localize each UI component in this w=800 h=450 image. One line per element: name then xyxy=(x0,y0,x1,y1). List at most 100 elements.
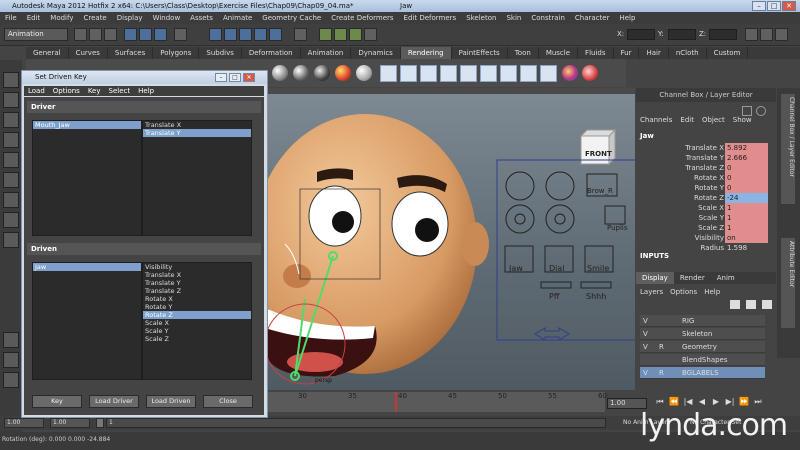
layer-row[interactable]: V Skeleton xyxy=(640,328,765,340)
paint-canvas-icon[interactable] xyxy=(562,65,578,81)
menu-edit-deformers[interactable]: Edit Deformers xyxy=(399,12,462,24)
driven-attribute-item[interactable]: Scale X xyxy=(143,319,251,327)
channel-value-field[interactable]: 1 xyxy=(725,213,768,223)
render-view-icon[interactable] xyxy=(540,65,557,82)
layer-name[interactable]: RIG xyxy=(682,315,694,327)
tab-display[interactable]: Display xyxy=(636,272,674,284)
cb-menu-channels[interactable]: Channels xyxy=(636,116,676,124)
dialog-menu-key[interactable]: Key xyxy=(84,86,105,96)
ramp-material-icon[interactable] xyxy=(335,65,351,81)
paint-select-tool-icon[interactable] xyxy=(3,112,19,128)
rotate-tool-icon[interactable] xyxy=(3,152,19,168)
layer-name[interactable]: BGLABELS xyxy=(682,367,719,379)
layer-row[interactable]: V R BGLABELS xyxy=(640,367,765,379)
brow-mid-control[interactable] xyxy=(545,171,575,201)
move-tool-icon[interactable] xyxy=(3,132,19,148)
layer-row[interactable]: V R Geometry xyxy=(640,341,765,353)
driver-object-item[interactable]: Mouth_Jaw xyxy=(33,121,141,129)
dialog-menu-help[interactable]: Help xyxy=(134,86,158,96)
close-button[interactable]: Close xyxy=(203,395,253,408)
layer-menu-options[interactable]: Options xyxy=(670,288,697,296)
menu-create-deformers[interactable]: Create Deformers xyxy=(326,12,398,24)
driven-attribute-item[interactable]: Rotate Y xyxy=(143,303,251,311)
range-slider[interactable]: 1 xyxy=(106,418,606,428)
driven-attribute-item[interactable]: Rotate Z xyxy=(143,311,251,319)
menu-skin[interactable]: Skin xyxy=(501,12,526,24)
spot-light-icon[interactable] xyxy=(440,65,457,82)
channel-value-field[interactable]: 5.892 xyxy=(725,143,768,153)
driven-attribute-item[interactable]: Translate X xyxy=(143,271,251,279)
shelf-tab-ncloth[interactable]: nCloth xyxy=(669,47,707,59)
menu-window[interactable]: Window xyxy=(148,12,186,24)
menu-constrain[interactable]: Constrain xyxy=(526,12,570,24)
shelf-tab-animation[interactable]: Animation xyxy=(301,47,352,59)
channel-name[interactable]: Rotate X xyxy=(694,173,724,183)
key-button[interactable]: Key xyxy=(32,395,82,408)
camera-aim-icon[interactable] xyxy=(520,65,537,82)
channel-name[interactable]: Radius xyxy=(701,243,724,253)
tab-render[interactable]: Render xyxy=(674,272,711,284)
new-layer-selected-icon[interactable] xyxy=(746,300,756,309)
channel-box-options-icon[interactable] xyxy=(756,106,766,116)
menu-create[interactable]: Create xyxy=(78,12,111,24)
channel-value-field[interactable]: 1 xyxy=(725,203,768,213)
volume-light-icon[interactable] xyxy=(480,65,497,82)
driven-attribute-item[interactable]: Translate Z xyxy=(143,287,251,295)
channel-row[interactable]: Visibility on xyxy=(640,233,768,243)
shelf-tab-custom[interactable]: Custom xyxy=(707,47,749,59)
driven-attribute-item[interactable]: Scale Y xyxy=(143,327,251,335)
menu-geometry-cache[interactable]: Geometry Cache xyxy=(257,12,326,24)
layer-name[interactable]: Geometry xyxy=(682,341,717,353)
menu-file[interactable]: File xyxy=(0,12,22,24)
save-scene-icon[interactable] xyxy=(104,28,117,41)
shelf-tab-fur[interactable]: Fur xyxy=(614,47,640,59)
show-manipulator-icon[interactable] xyxy=(3,232,19,248)
snap-curve-icon[interactable] xyxy=(224,28,237,41)
channel-name[interactable]: Translate Z xyxy=(685,163,724,173)
channel-row[interactable]: Rotate Z -24 xyxy=(640,193,768,203)
layer-settings-icon[interactable] xyxy=(762,300,772,309)
new-scene-icon[interactable] xyxy=(74,28,87,41)
step-back-key-icon[interactable]: |◀ xyxy=(683,397,693,407)
side-tab-attribute-editor[interactable]: Attribute Editor xyxy=(781,238,795,328)
shelf-tab-subdivs[interactable]: Subdivs xyxy=(199,47,242,59)
point-light-icon[interactable] xyxy=(420,65,437,82)
range-start-field[interactable]: 1.00 xyxy=(50,418,90,428)
channel-row[interactable]: Rotate Y0 xyxy=(640,183,768,193)
pick-mask-icon[interactable] xyxy=(174,28,187,41)
inputs-section-label[interactable]: INPUTS xyxy=(640,252,669,260)
range-slider-handle[interactable] xyxy=(96,418,104,428)
menu-edit[interactable]: Edit xyxy=(22,12,46,24)
shelf-tab-dynamics[interactable]: Dynamics xyxy=(351,47,401,59)
layer-row[interactable]: V RIG xyxy=(640,315,765,327)
open-scene-icon[interactable] xyxy=(89,28,102,41)
layer-visibility-toggle[interactable]: V xyxy=(643,328,653,340)
side-tab-channel-box[interactable]: Channel Box / Layer Editor xyxy=(781,94,795,204)
channel-value-field[interactable]: 0 xyxy=(725,163,768,173)
channel-value-field[interactable]: 1.598 xyxy=(725,243,768,253)
dialog-maximize-button[interactable]: □ xyxy=(229,73,241,82)
select-object-icon[interactable] xyxy=(139,28,152,41)
layer-menu-help[interactable]: Help xyxy=(704,288,720,296)
channel-value-field[interactable]: 1 xyxy=(725,223,768,233)
shhh-slider[interactable] xyxy=(580,281,612,289)
channel-name[interactable]: Rotate Z xyxy=(694,193,724,203)
channel-name[interactable]: Scale Y xyxy=(699,213,724,223)
shelf-tab-deformation[interactable]: Deformation xyxy=(242,47,301,59)
tab-anim[interactable]: Anim xyxy=(711,272,741,284)
layer-visibility-toggle[interactable]: V xyxy=(643,367,653,379)
phong-material-icon[interactable] xyxy=(314,65,330,81)
menu-set-dropdown[interactable]: Animation xyxy=(4,28,68,41)
load-driver-button[interactable]: Load Driver xyxy=(89,395,139,408)
select-component-icon[interactable] xyxy=(154,28,167,41)
driven-attribute-item[interactable]: Rotate X xyxy=(143,295,251,303)
menu-character[interactable]: Character xyxy=(570,12,615,24)
surface-shader-icon[interactable] xyxy=(356,65,372,81)
channel-name[interactable]: Scale X xyxy=(698,203,724,213)
channel-value-field[interactable]: -24 xyxy=(725,193,768,203)
go-to-start-icon[interactable]: ⏮ xyxy=(655,397,665,407)
play-forwards-icon[interactable]: ▶ xyxy=(711,397,721,407)
hypershade-icon[interactable] xyxy=(364,28,377,41)
ipr-render-icon[interactable] xyxy=(334,28,347,41)
channel-row[interactable]: Translate Z0 xyxy=(640,163,768,173)
